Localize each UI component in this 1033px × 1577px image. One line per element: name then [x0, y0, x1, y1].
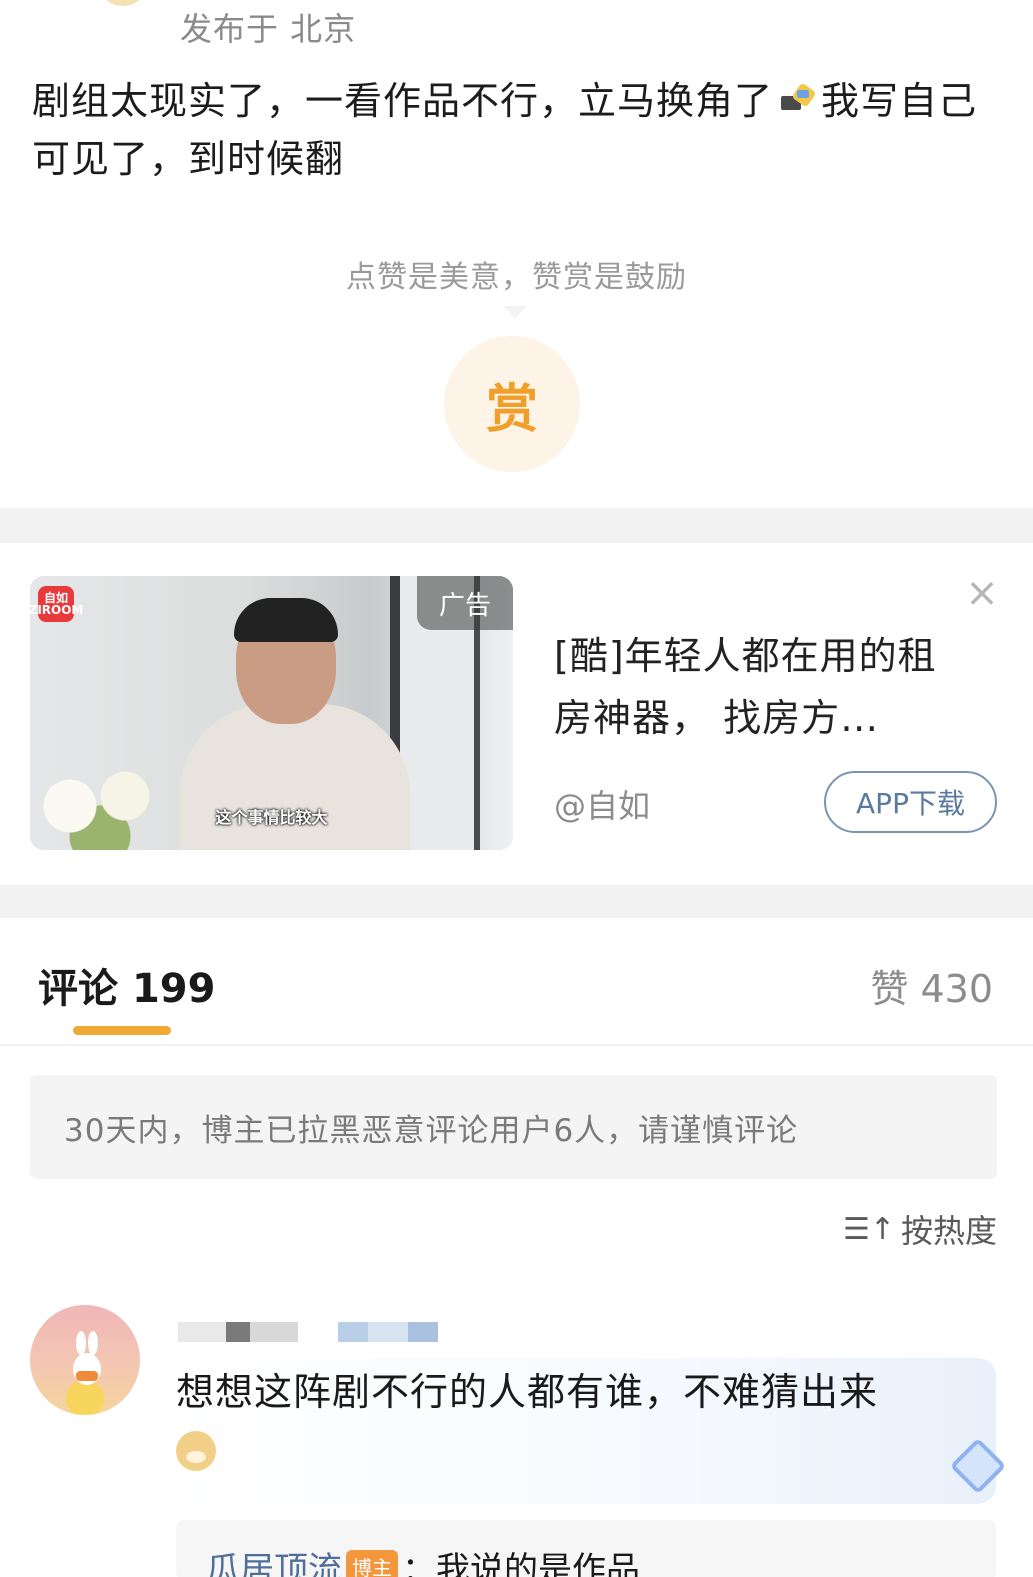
sort-label: 按热度 [900, 1212, 997, 1250]
post-text-part1: 剧组太现实了，一看作品不行，立马换角了 [32, 79, 774, 123]
sort-icon: ☰↑ [842, 1211, 895, 1247]
bunny-icon [73, 1331, 101, 1385]
divider [0, 1044, 1033, 1046]
commenter-avatar[interactable] [30, 1305, 140, 1415]
thumbnail-person-hair [234, 598, 338, 642]
reward-hint-pointer [503, 306, 527, 318]
sort-button[interactable]: ☰↑ 按热度 [843, 1206, 997, 1252]
comment-text[interactable]: 想想这阵剧不行的人都有谁，不难猜出来 [176, 1364, 976, 1476]
section-divider [0, 885, 1033, 918]
ad-title[interactable]: [酷]年轻人都在用的租房神器， 找房方… [554, 625, 974, 749]
reply-author[interactable]: 瓜居顶流 [206, 1550, 342, 1577]
clapboard-icon [781, 84, 815, 110]
author-tag: 博主 [346, 1550, 398, 1577]
doge-icon [176, 1430, 216, 1471]
ad-source[interactable]: @自如 [554, 781, 650, 827]
comment-body: 想想这阵剧不行的人都有谁，不难猜出来 [176, 1370, 879, 1414]
active-tab-indicator [73, 1026, 171, 1035]
tab-comments-label: 评论 [38, 966, 118, 1012]
commenter-name-redacted[interactable] [178, 1322, 298, 1342]
tab-likes-count: 430 [920, 967, 993, 1011]
reply-body: ：我说的是作品 [402, 1550, 640, 1577]
ad-tag: 广告 [417, 576, 513, 630]
tab-comments[interactable]: 评论 199 [38, 956, 215, 1014]
close-icon[interactable]: × [962, 573, 1002, 613]
video-subtitle: 这个事情比较大 [215, 808, 328, 827]
comments-section: 评论 199 赞 430 30天内，博主已拉黑恶意评论用户6人，请谨慎评论 ☰↑… [0, 918, 1033, 1577]
thumbnail-person [180, 704, 410, 850]
post-location: 发布于 北京 [180, 10, 357, 48]
post-section: 发布于 北京 剧组太现实了，一看作品不行，立马换角了 我写自己可见了，到时候翻 点… [0, 0, 1033, 508]
blocked-users-notice: 30天内，博主已拉黑恶意评论用户6人，请谨慎评论 [30, 1075, 997, 1179]
section-divider [0, 508, 1033, 543]
reward-button[interactable]: 赏 [444, 336, 580, 472]
ad-card[interactable]: 自如 ZIROOM 广告 这个事情比较大 × [酷]年轻人都在用的租房神器， 找… [0, 543, 1033, 885]
reply-text[interactable]: 瓜居顶流 博主 ：我说的是作品 [206, 1542, 640, 1577]
ziroom-logo: 自如 ZIROOM [30, 586, 83, 622]
tab-likes[interactable]: 赞 430 [870, 958, 993, 1013]
post-text: 剧组太现实了，一看作品不行，立马换角了 我写自己可见了，到时候翻 [32, 72, 992, 188]
commenter-badge-redacted [338, 1322, 438, 1342]
tab-likes-label: 赞 [870, 967, 909, 1011]
reward-hint: 点赞是美意，赞赏是鼓励 [346, 260, 687, 295]
tab-comments-count: 199 [131, 966, 216, 1012]
author-avatar[interactable] [100, 0, 146, 6]
app-download-button[interactable]: APP下载 [824, 771, 997, 833]
ad-video-thumbnail[interactable]: 自如 ZIROOM 广告 这个事情比较大 [30, 576, 513, 850]
